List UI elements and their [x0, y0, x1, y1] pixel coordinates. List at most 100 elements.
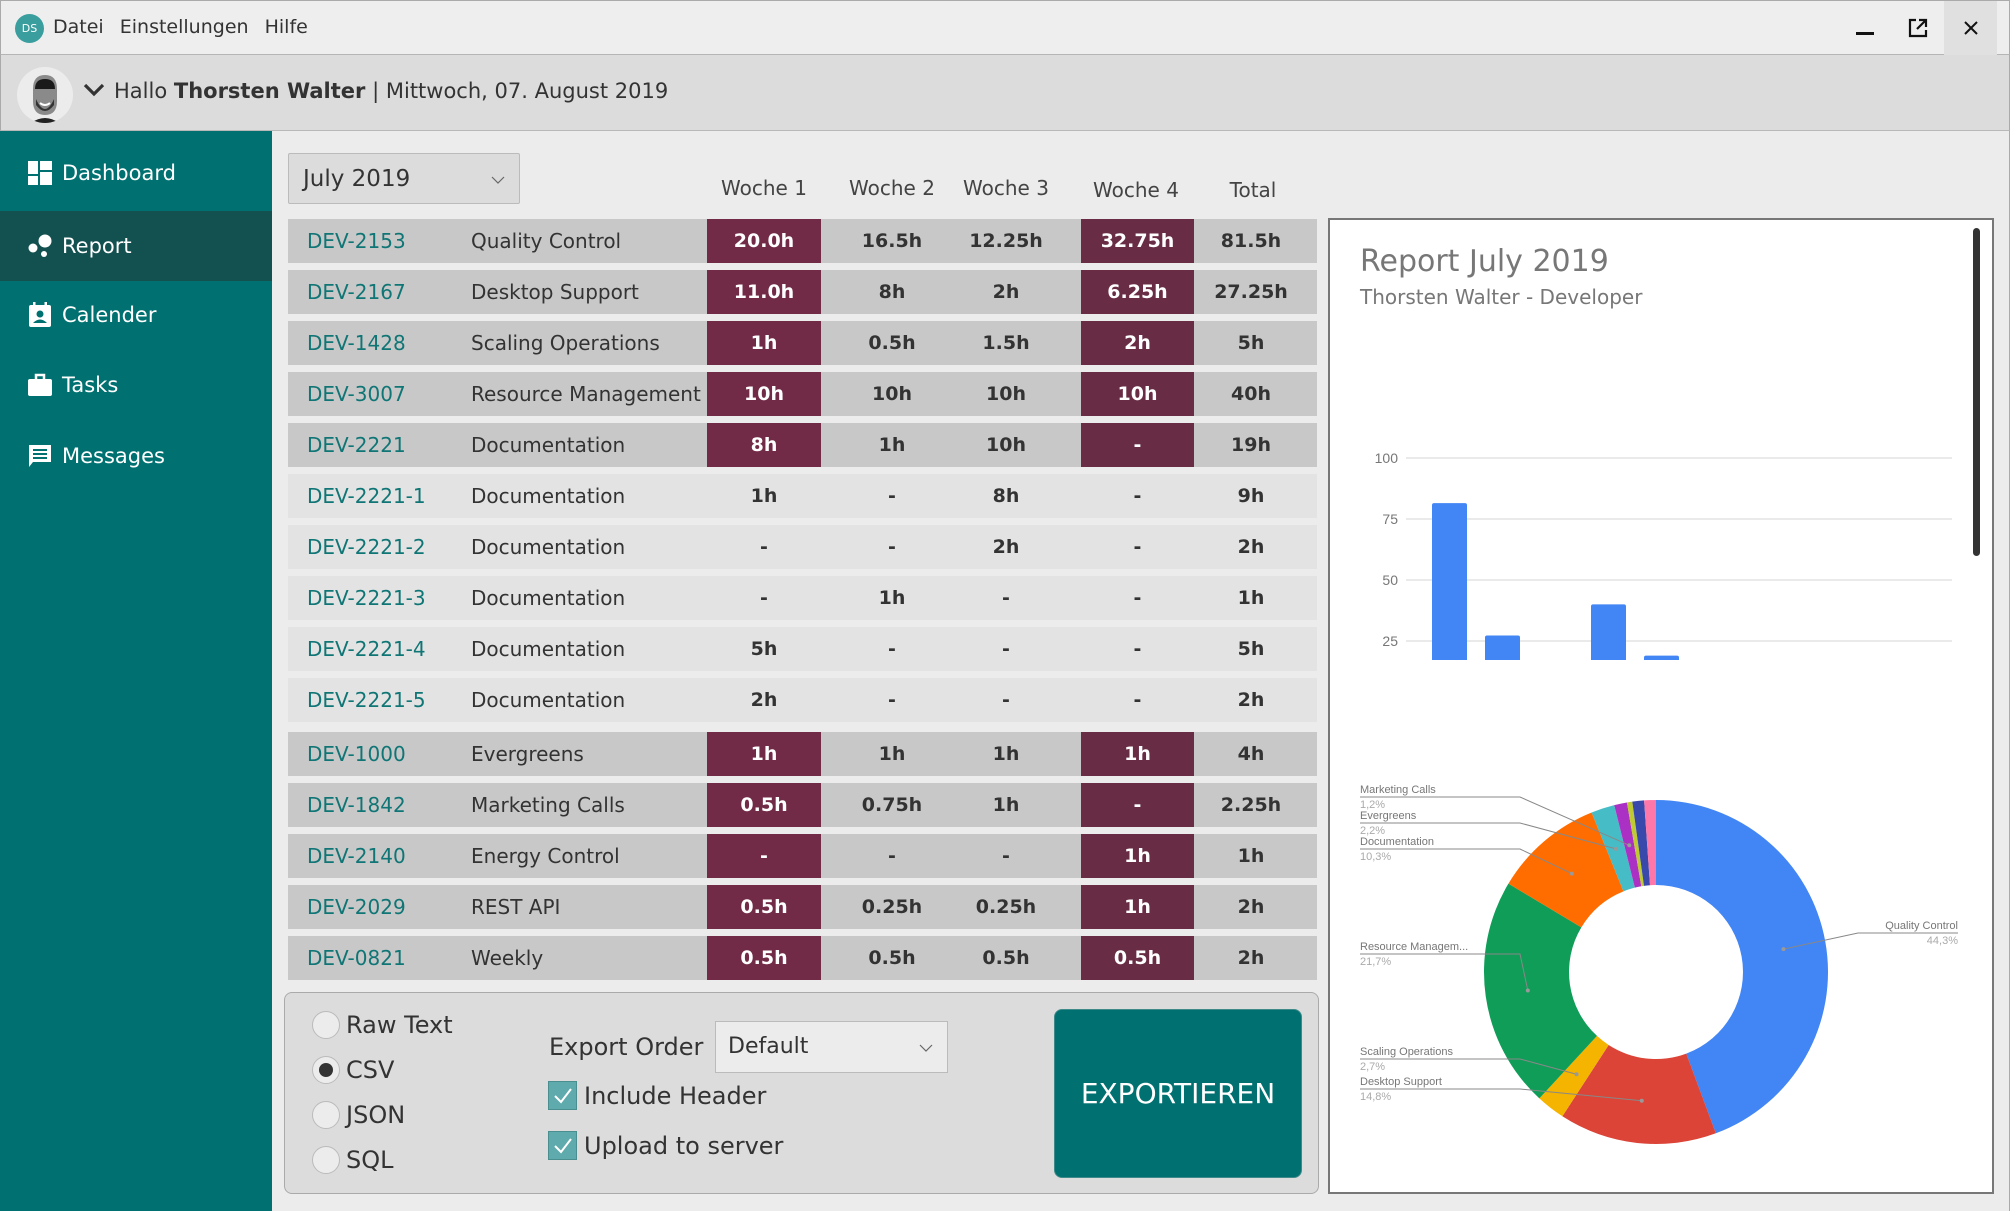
hours-cell-w4: -	[1133, 689, 1142, 711]
task-id-link[interactable]: DEV-2221-1	[307, 484, 426, 508]
sidebar-item-dashboard[interactable]: Dashboard	[0, 138, 272, 208]
task-name: REST API	[471, 895, 561, 919]
upload-to-server-checkbox[interactable]: Upload to server	[548, 1131, 783, 1160]
current-date: Mittwoch, 07. August 2019	[385, 79, 669, 103]
task-id-link[interactable]: DEV-2221-5	[307, 688, 426, 712]
chevron-down-icon[interactable]	[83, 83, 105, 97]
total-cell: 19h	[1231, 434, 1271, 456]
hours-cell-w4: 1h	[1081, 885, 1194, 929]
table-row[interactable]: DEV-2153 Quality Control 20.0h 16.5h 12.25h 3…	[288, 219, 1317, 263]
column-header-total: Total	[1229, 178, 1277, 202]
table-row[interactable]: DEV-3007 Resource Management 10h 10h 10h 10h 4…	[288, 372, 1317, 416]
hours-cell-w2: 0.5h	[868, 947, 916, 969]
include-header-checkbox[interactable]: Include Header	[548, 1081, 766, 1110]
menu-hilfe[interactable]: Hilfe	[265, 16, 308, 38]
export-order-label: Export Order	[549, 1033, 704, 1061]
calendar-icon	[29, 302, 51, 327]
dashboard-icon	[28, 161, 52, 185]
hours-cell-w3: 12.25h	[969, 230, 1043, 252]
hours-cell-w1: 1h	[750, 485, 778, 507]
avatar[interactable]	[17, 67, 73, 123]
user-photo-icon	[17, 67, 73, 123]
task-id-link[interactable]: DEV-3007	[307, 382, 406, 406]
table-row[interactable]: DEV-1842 Marketing Calls 0.5h 0.75h 1h - 2.25h	[288, 783, 1317, 827]
task-id-link[interactable]: DEV-1000	[307, 742, 406, 766]
hours-cell-w4: -	[1081, 423, 1194, 467]
message-icon	[29, 445, 51, 467]
maximize-button[interactable]	[1891, 1, 1944, 55]
sidebar-item-label: Tasks	[62, 373, 119, 397]
table-row[interactable]: DEV-2221-5 Documentation 2h - - - 2h	[288, 678, 1317, 722]
task-id-link[interactable]: DEV-1842	[307, 793, 406, 817]
table-row[interactable]: DEV-2221-4 Documentation 5h - - - 5h	[288, 627, 1317, 671]
task-id-link[interactable]: DEV-2153	[307, 229, 406, 253]
chevron-down-icon	[491, 176, 505, 184]
task-name: Weekly	[471, 946, 544, 970]
total-cell: 2h	[1237, 947, 1265, 969]
task-id-link[interactable]: DEV-2167	[307, 280, 406, 304]
task-name: Documentation	[471, 688, 626, 712]
format-radio-raw-text[interactable]: Raw Text	[312, 1011, 453, 1039]
table-row[interactable]: DEV-2140 Energy Control - - - 1h 1h	[288, 834, 1317, 878]
task-name: Desktop Support	[471, 280, 639, 304]
task-id-link[interactable]: DEV-2029	[307, 895, 406, 919]
bar	[1644, 655, 1679, 660]
minimize-icon	[1855, 32, 1874, 35]
checkmark-icon	[553, 1137, 572, 1154]
task-id-link[interactable]: DEV-2221-2	[307, 535, 426, 559]
hours-cell-w3: -	[1002, 845, 1010, 867]
table-row[interactable]: DEV-2167 Desktop Support 11.0h 8h 2h 6.25h 27.…	[288, 270, 1317, 314]
leader-dot	[1627, 843, 1632, 848]
table-row[interactable]: DEV-2029 REST API 0.5h 0.25h 0.25h 1h 2h	[288, 885, 1317, 929]
table-row[interactable]: DEV-0821 Weekly 0.5h 0.5h 0.5h 0.5h 2h	[288, 936, 1317, 980]
table-row[interactable]: DEV-2221-1 Documentation 1h - 8h - 9h	[288, 474, 1317, 518]
minimize-button[interactable]	[1838, 1, 1891, 55]
format-radio-csv[interactable]: CSV	[312, 1056, 394, 1084]
table-row[interactable]: DEV-2221-3 Documentation - 1h - - 1h	[288, 576, 1317, 620]
hours-cell-w1: 1h	[707, 732, 821, 776]
task-id-link[interactable]: DEV-1428	[307, 331, 406, 355]
total-cell: 40h	[1231, 383, 1271, 405]
sidebar-item-calender[interactable]: Calender	[0, 280, 272, 350]
greeting: Hallo Thorsten Walter | Mittwoch, 07. Au…	[114, 79, 668, 103]
table-row[interactable]: DEV-1428 Scaling Operations 1h 0.5h 1.5h 2h 5h	[288, 321, 1317, 365]
task-name: Quality Control	[471, 229, 622, 253]
month-select[interactable]: July 2019	[288, 153, 520, 204]
table-row[interactable]: DEV-2221-2 Documentation - - 2h - 2h	[288, 525, 1317, 569]
menu-datei[interactable]: Datei	[53, 16, 104, 38]
format-radio-json[interactable]: JSON	[312, 1101, 405, 1129]
hours-cell-w1: 20.0h	[707, 219, 821, 263]
y-tick-label: 50	[1382, 572, 1398, 588]
export-button[interactable]: EXPORTIEREN	[1054, 1009, 1302, 1178]
export-order-select[interactable]: Default	[715, 1021, 948, 1073]
task-id-link[interactable]: DEV-2140	[307, 844, 406, 868]
hours-cell-w4: 1h	[1081, 732, 1194, 776]
task-id-link[interactable]: DEV-2221-3	[307, 586, 426, 610]
hours-cell-w2: 0.5h	[868, 332, 916, 354]
task-name: Marketing Calls	[471, 793, 625, 817]
close-button[interactable]	[1944, 1, 1997, 55]
greeting-prefix: Hallo	[114, 79, 168, 103]
total-cell: 27.25h	[1214, 281, 1288, 303]
format-radio-sql[interactable]: SQL	[312, 1146, 394, 1174]
task-id-link[interactable]: DEV-2221	[307, 433, 406, 457]
sidebar-item-tasks[interactable]: Tasks	[0, 350, 272, 420]
hours-cell-w2: 1h	[878, 743, 906, 765]
export-panel: Raw Text CSV JSON SQL Export Order Defau…	[284, 992, 1319, 1194]
sidebar-item-messages[interactable]: Messages	[0, 421, 272, 491]
hours-cell-w2: 16.5h	[861, 230, 923, 252]
slice-percent: 2,2%	[1360, 825, 1385, 837]
menu-einstellungen[interactable]: Einstellungen	[120, 16, 249, 38]
table-row[interactable]: DEV-1000 Evergreens 1h 1h 1h 1h 4h	[288, 732, 1317, 776]
slice-percent: 14,8%	[1360, 1091, 1391, 1103]
table-row[interactable]: DEV-2221 Documentation 8h 1h 10h - 19h	[288, 423, 1317, 467]
hours-cell-w2: 0.25h	[861, 896, 923, 918]
task-id-link[interactable]: DEV-0821	[307, 946, 406, 970]
user-name: Thorsten Walter	[173, 79, 366, 103]
donut-chart: Quality Control 44,3% Desktop Support 14,8%…	[1360, 784, 1958, 1144]
task-id-link[interactable]: DEV-2221-4	[307, 637, 426, 661]
slice-percent: 44,3%	[1927, 935, 1958, 947]
scrollbar[interactable]	[1973, 228, 1980, 556]
leader-dot	[1569, 871, 1574, 876]
sidebar-item-report[interactable]: Report	[0, 211, 272, 281]
